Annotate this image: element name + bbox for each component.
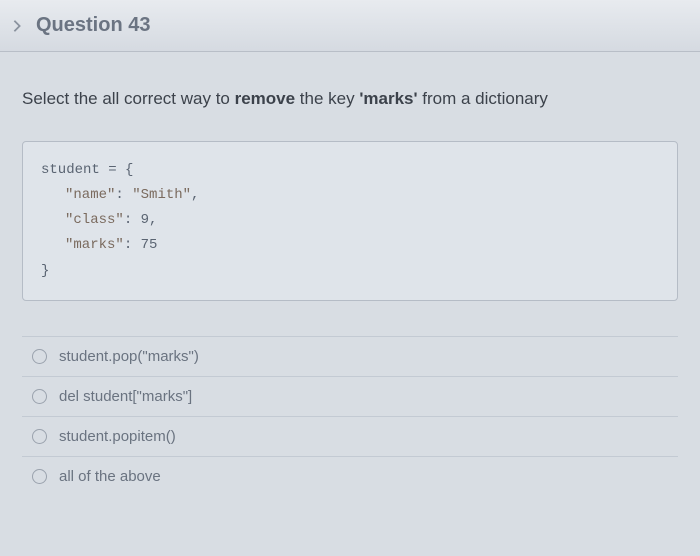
- prompt-mid: the key: [295, 89, 359, 108]
- option-label: del student["marks"]: [59, 388, 192, 405]
- option-3[interactable]: student.popitem(): [22, 416, 678, 456]
- code-line: }: [41, 259, 659, 284]
- radio-icon: [32, 349, 47, 364]
- question-content: Select the all correct way to remove the…: [0, 52, 700, 511]
- option-label: all of the above: [59, 468, 161, 485]
- radio-icon: [32, 389, 47, 404]
- code-line: "class": 9,: [41, 208, 659, 233]
- option-1[interactable]: student.pop("marks"): [22, 336, 678, 376]
- option-label: student.pop("marks"): [59, 348, 199, 365]
- code-line: "name": "Smith",: [41, 183, 659, 208]
- answer-options: student.pop("marks") del student["marks"…: [22, 336, 678, 496]
- code-line: "marks": 75: [41, 233, 659, 258]
- code-block: student = { "name": "Smith", "class": 9,…: [22, 141, 678, 301]
- prompt-bold-key: 'marks': [359, 89, 417, 108]
- radio-icon: [32, 429, 47, 444]
- option-4[interactable]: all of the above: [22, 456, 678, 496]
- prompt-suffix: from a dictionary: [418, 89, 548, 108]
- question-header: Question 43: [0, 0, 700, 52]
- question-title: Question 43: [36, 14, 150, 37]
- question-prompt: Select the all correct way to remove the…: [22, 87, 678, 111]
- chevron-right-icon: [10, 19, 24, 33]
- option-label: student.popitem(): [59, 428, 176, 445]
- code-line: student = {: [41, 158, 659, 183]
- radio-icon: [32, 469, 47, 484]
- prompt-bold-remove: remove: [235, 89, 295, 108]
- prompt-prefix: Select the all correct way to: [22, 89, 235, 108]
- option-2[interactable]: del student["marks"]: [22, 376, 678, 416]
